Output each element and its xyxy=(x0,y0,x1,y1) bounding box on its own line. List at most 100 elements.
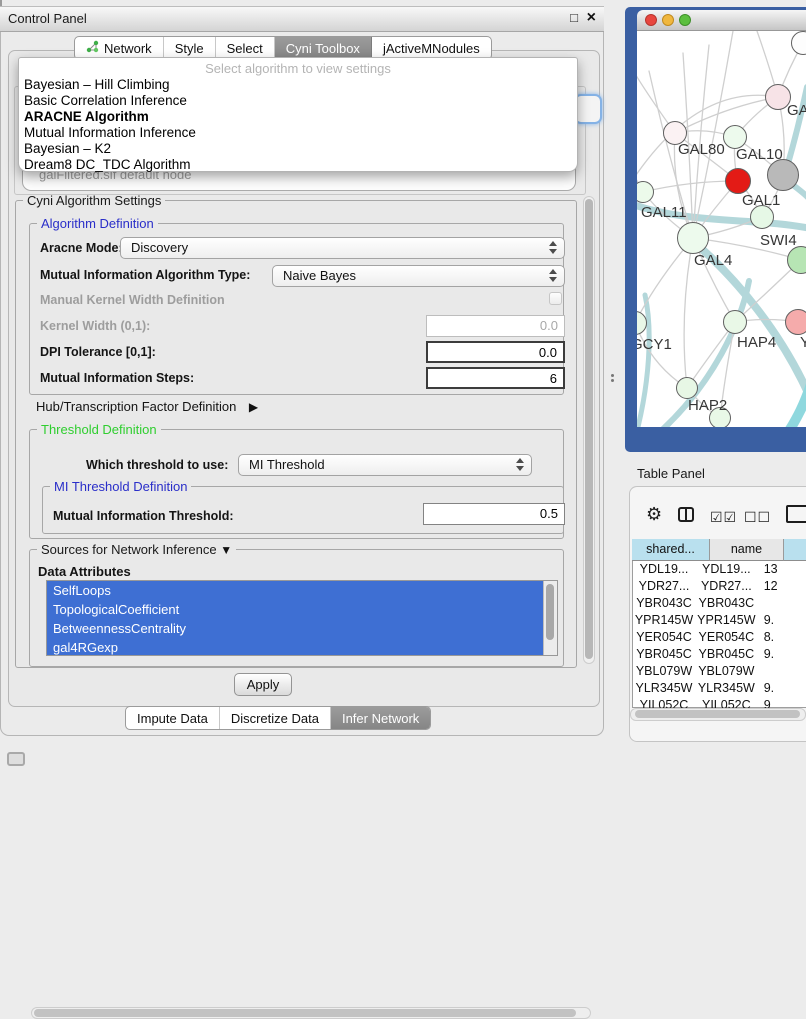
list-scrollbar[interactable] xyxy=(543,581,557,655)
columns-icon[interactable] xyxy=(678,507,694,522)
table-horizontal-scrollbar[interactable] xyxy=(630,708,806,721)
mi-algorithm-type-combo[interactable]: Naive Bayes xyxy=(272,265,565,287)
tab-select[interactable]: Select xyxy=(216,37,275,59)
table-row[interactable]: YLR345WYLR345W9. xyxy=(632,680,806,697)
which-threshold-combo[interactable]: MI Threshold xyxy=(238,454,532,476)
settings-vertical-scrollbar-thumb[interactable] xyxy=(585,199,593,659)
column-header-name[interactable]: name xyxy=(710,539,784,561)
data-attributes-label: Data Attributes xyxy=(38,564,131,579)
manual-kernel-width-checkbox[interactable] xyxy=(549,292,562,305)
node-label-swi4: SWI4 xyxy=(760,232,797,249)
table-row[interactable]: YDR27...YDR27...12 xyxy=(632,578,806,595)
tab-jactivemnodules[interactable]: jActiveMNodules xyxy=(372,37,491,59)
table-cell: 9. xyxy=(757,680,806,697)
panel-divider-handle[interactable] xyxy=(611,374,615,382)
tab-network[interactable]: Network xyxy=(75,37,164,59)
tab-cyni-toolbox[interactable]: Cyni Toolbox xyxy=(275,37,372,59)
table-cell: 8. xyxy=(757,629,806,646)
algorithm-selector-combo-fragment[interactable] xyxy=(574,94,602,124)
node-unlabeled-5[interactable] xyxy=(767,159,799,191)
algorithm-definition-title: Algorithm Definition xyxy=(37,216,158,231)
settings-vertical-scrollbar[interactable] xyxy=(583,196,595,664)
tab-discretize-data[interactable]: Discretize Data xyxy=(220,707,331,729)
table-row[interactable]: YBR043CYBR043C xyxy=(632,595,806,612)
close-icon[interactable]: × xyxy=(587,9,596,27)
attribute-item-topologicalcoefficient[interactable]: TopologicalCoefficient xyxy=(47,600,546,619)
dropdown-item-mutual-information-inference[interactable]: Mutual Information Inference xyxy=(19,125,577,141)
table-row[interactable]: YDL19...YDL19...13 xyxy=(632,561,806,578)
sources-group: Sources for Network Inference ▼ Data Att… xyxy=(29,549,564,667)
which-threshold-label: Which threshold to use: xyxy=(86,458,228,472)
mac-minimize-light[interactable] xyxy=(662,14,674,26)
tab-label: Discretize Data xyxy=(231,708,319,729)
document-icon[interactable] xyxy=(786,505,806,523)
table-cell: 12 xyxy=(757,578,806,595)
expanded-arrow-icon: ▼ xyxy=(220,543,232,557)
table-cell: YBR045C xyxy=(696,646,757,663)
network-canvas[interactable]: GALGAL80GAL10GAL1GAL11SWI4GAL4HAP4YGCY1H… xyxy=(637,31,806,427)
list-scrollbar-thumb[interactable] xyxy=(546,584,554,640)
deselect-all-checkboxes-icon[interactable]: ☐☐ xyxy=(744,509,771,526)
hub-tf-definition-section[interactable]: Hub/Transcription Factor Definition ▶ xyxy=(36,398,258,414)
kernel-width-field[interactable]: 0.0 xyxy=(426,315,565,337)
mac-close-light[interactable] xyxy=(645,14,657,26)
aracne-mode-combo[interactable]: Discovery xyxy=(120,237,565,259)
column-header-shared[interactable]: shared... xyxy=(632,539,710,561)
kernel-width-label: Kernel Width (0,1): xyxy=(40,319,150,333)
spinner-arrows-icon xyxy=(549,269,557,282)
mi-algorithm-type-value: Naive Bayes xyxy=(283,266,356,286)
corner-widget-icon[interactable] xyxy=(7,752,25,766)
tab-style[interactable]: Style xyxy=(164,37,216,59)
mi-threshold-definition-group: MI Threshold Definition Mutual Informati… xyxy=(42,486,564,534)
settings-horizontal-scrollbar[interactable] xyxy=(31,1007,591,1019)
tab-impute-data[interactable]: Impute Data xyxy=(126,707,220,729)
dropdown-item-aracne-algorithm[interactable]: ARACNE Algorithm xyxy=(19,109,577,125)
network-window-titlebar[interactable] xyxy=(637,10,806,31)
table-cell: YDL19... xyxy=(632,561,696,578)
column-header-a[interactable]: A xyxy=(784,539,806,561)
table-cell: YPR145W xyxy=(632,612,696,629)
table-row[interactable]: YER054CYER054C8. xyxy=(632,629,806,646)
node-gal1[interactable] xyxy=(725,168,751,194)
mi-steps-field[interactable]: 6 xyxy=(426,367,565,389)
tab-label: Select xyxy=(227,38,263,59)
table-row[interactable]: YBR045CYBR045C9. xyxy=(632,646,806,663)
dropdown-item-basic-correlation-inference[interactable]: Basic Correlation Inference xyxy=(19,93,577,109)
node-y[interactable] xyxy=(785,309,806,335)
table-cell: YIL052C xyxy=(696,697,757,708)
table-row[interactable]: YPR145WYPR145W9. xyxy=(632,612,806,629)
table-cell: YDR27... xyxy=(632,578,696,595)
sources-title[interactable]: Sources for Network Inference ▼ xyxy=(37,542,236,557)
apply-button[interactable]: Apply xyxy=(234,673,292,696)
attribute-item-selfloops[interactable]: SelfLoops xyxy=(47,581,546,600)
tab-infer-network[interactable]: Infer Network xyxy=(331,707,430,729)
sources-title-label: Sources for Network Inference xyxy=(41,542,217,557)
node-label-gal10: GAL10 xyxy=(736,146,783,163)
table-cell: YER054C xyxy=(632,629,696,646)
table-row[interactable]: YBL079WYBL079W xyxy=(632,663,806,680)
dropdown-item-bayesian-k2[interactable]: Bayesian – K2 xyxy=(19,141,577,157)
table-panel-title: Table Panel xyxy=(637,466,705,481)
node-hap4[interactable] xyxy=(723,310,747,334)
mac-zoom-light[interactable] xyxy=(679,14,691,26)
settings-horizontal-scrollbar-thumb[interactable] xyxy=(34,1009,576,1017)
mi-threshold-field[interactable]: 0.5 xyxy=(423,503,565,525)
network-edge[interactable] xyxy=(684,238,693,388)
gear-icon[interactable]: ⚙ xyxy=(646,504,662,525)
mi-algorithm-type-label: Mutual Information Algorithm Type: xyxy=(40,268,250,282)
attribute-item-betweennesscentrality[interactable]: BetweennessCentrality xyxy=(47,619,546,638)
float-window-icon[interactable]: □ xyxy=(570,10,578,25)
node-label-gal4: GAL4 xyxy=(694,252,732,269)
dropdown-item-bayesian-hill-climbing[interactable]: Bayesian – Hill Climbing xyxy=(19,77,577,93)
table-horizontal-scrollbar-thumb[interactable] xyxy=(635,710,800,718)
data-attributes-items: SelfLoopsTopologicalCoefficientBetweenne… xyxy=(47,581,546,656)
spinner-arrows-icon xyxy=(516,458,524,471)
data-attributes-list[interactable]: SelfLoopsTopologicalCoefficientBetweenne… xyxy=(46,580,558,656)
table-row[interactable]: YIL052CYIL052C9 xyxy=(632,697,806,708)
node-gal4[interactable] xyxy=(677,222,709,254)
attribute-item-gal4rgexp[interactable]: gal4RGexp xyxy=(47,638,546,656)
select-all-checkboxes-icon[interactable]: ☑☑ xyxy=(710,509,737,526)
dropdown-item-dream8-dc-tdc-algorithm[interactable]: Dream8 DC_TDC Algorithm xyxy=(19,157,577,173)
node-hap2[interactable] xyxy=(676,377,698,399)
dpi-tolerance-field[interactable]: 0.0 xyxy=(426,341,565,363)
